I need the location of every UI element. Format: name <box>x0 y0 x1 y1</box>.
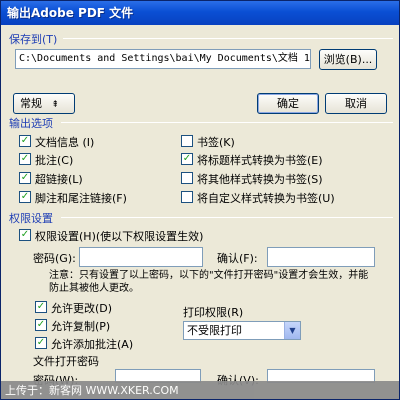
allow-changes-label: 允许更改(D) <box>51 302 113 315</box>
title-bar: 输出Adobe PDF 文件 <box>1 1 399 25</box>
checkbox-allow-copy[interactable]: ✓ <box>35 319 47 331</box>
footnote-links-label: 脚注和尾注链接(F) <box>35 192 127 205</box>
checkbox-comments[interactable]: ✓ <box>19 153 31 165</box>
enable-permissions-label: 权限设置(H)(使以下权限设置生效) <box>35 230 204 243</box>
save-to-label: 保存到(T) <box>9 33 58 46</box>
heading-bookmarks-label: 将标题样式转换为书签(E) <box>197 154 323 167</box>
upload-watermark-bar: 上传于：新客网 WWW.XKER.COM <box>1 381 399 399</box>
checkbox-enable-permissions[interactable]: ✓ <box>19 229 31 241</box>
confirm-password-label: 确认(F): <box>217 252 258 265</box>
preset-button[interactable]: 常规 ⇞ <box>13 93 75 114</box>
doc-info-label: 文档信息 (I) <box>35 136 95 149</box>
checkbox-allow-changes[interactable]: ✓ <box>35 301 47 313</box>
checkbox-other-bookmarks[interactable] <box>181 172 193 184</box>
permissions-note: 注意：只有设置了以上密码，以下的"文件打开密码"设置才会生效，并能防止其被他人更… <box>49 270 369 294</box>
browse-button[interactable]: 浏览(B)... <box>319 49 377 70</box>
hyperlinks-label: 超链接(L) <box>35 173 83 186</box>
checkbox-footnote-links[interactable]: ✓ <box>19 191 31 203</box>
password-field[interactable] <box>79 247 203 267</box>
print-permission-value: 不受限打印 <box>187 324 242 337</box>
confirm-password-field[interactable] <box>267 247 375 267</box>
print-permission-label: 打印权限(R) <box>183 306 244 319</box>
comments-label: 批注(C) <box>35 154 74 167</box>
permissions-label: 权限设置 <box>9 212 53 225</box>
ok-button[interactable]: 确定 <box>257 93 319 114</box>
custom-bookmarks-label: 将自定义样式转换为书签(U) <box>197 192 335 205</box>
checkbox-doc-info[interactable]: ✓ <box>19 135 31 147</box>
other-bookmarks-label: 将其他样式转换为书签(S) <box>197 173 323 186</box>
output-options-label: 输出选项 <box>9 117 53 130</box>
save-to-separator <box>63 38 393 39</box>
output-options-separator <box>61 122 393 123</box>
preset-value: 常规 <box>20 97 42 110</box>
checkbox-allow-comments[interactable]: ✓ <box>35 337 47 349</box>
password-label: 密码(G): <box>33 252 76 265</box>
permissions-separator <box>61 217 393 218</box>
pdf-export-dialog: 输出Adobe PDF 文件 保存到(T) C:\Documents and S… <box>0 0 400 400</box>
open-password-label: 文件打开密码 <box>33 355 99 368</box>
checkbox-hyperlinks[interactable]: ✓ <box>19 172 31 184</box>
allow-comments-label: 允许添加批注(A) <box>51 338 134 351</box>
save-path-field[interactable]: C:\Documents and Settings\bai\My Documen… <box>15 49 311 69</box>
preset-arrow-icon: ⇞ <box>51 100 60 110</box>
chevron-down-icon: ▼ <box>284 322 300 339</box>
checkbox-bookmarks[interactable] <box>181 135 193 147</box>
bookmarks-label: 书签(K) <box>197 136 235 149</box>
allow-copy-label: 允许复制(P) <box>51 320 111 333</box>
checkbox-custom-bookmarks[interactable] <box>181 191 193 203</box>
cancel-button[interactable]: 取消 <box>325 93 387 114</box>
print-permission-select[interactable]: 不受限打印 ▼ <box>183 321 301 340</box>
checkbox-heading-bookmarks[interactable]: ✓ <box>181 153 193 165</box>
